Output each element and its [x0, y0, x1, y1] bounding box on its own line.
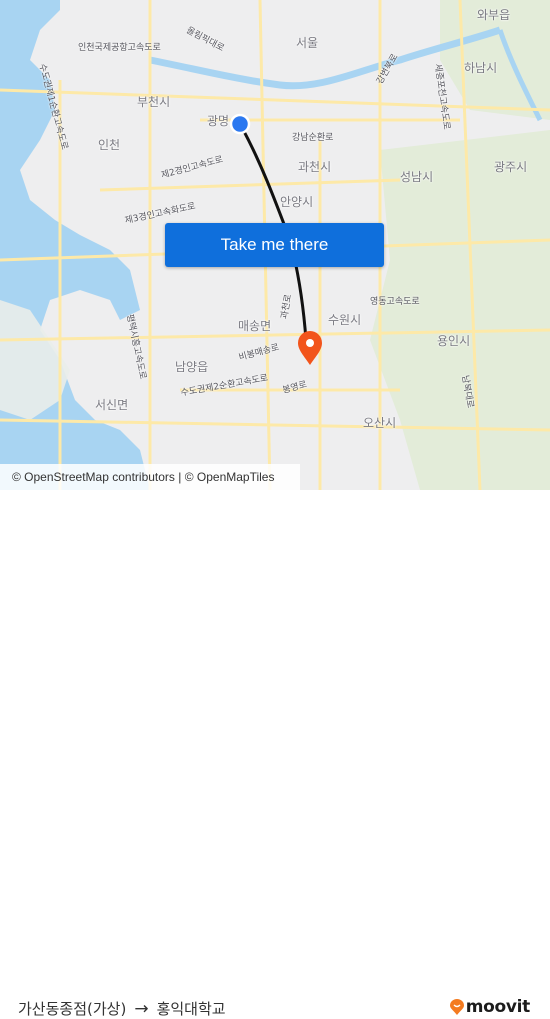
- origin-marker[interactable]: [229, 113, 251, 135]
- map-label-seoul: 서울: [296, 36, 319, 50]
- destination-marker[interactable]: [298, 331, 322, 365]
- map[interactable]: 서울 와부읍 하남시 부천시 광명 인천 과천시 성남시 광주시 안양시 수원시…: [0, 0, 550, 490]
- moovit-pin-icon: [449, 999, 464, 1015]
- map-label-hanam: 하남시: [464, 61, 498, 75]
- map-label-bucheon: 부천시: [137, 95, 171, 109]
- map-label-osan: 오산시: [363, 416, 397, 430]
- map-label-suwon: 수원시: [328, 313, 362, 327]
- map-label-seosin: 서신면: [95, 398, 129, 412]
- map-label-waebu: 와부읍: [477, 8, 511, 22]
- map-label-seongnam: 성남시: [400, 170, 434, 184]
- footer: 가산동종점(가상) → 홍익대학교 moovit: [0, 490, 550, 1019]
- map-label-gwacheon: 과천시: [298, 160, 332, 174]
- map-label-road-airport: 인천국제공항고속도로: [78, 43, 161, 53]
- map-label-road-yeongdong: 영동고속도로: [370, 297, 420, 307]
- map-label-incheon: 인천: [98, 138, 121, 152]
- arrow-right-icon: →: [134, 998, 149, 1019]
- map-label-maesong: 매송면: [238, 319, 272, 333]
- route-summary: 가산동종점(가상) → 홍익대학교: [18, 998, 226, 1019]
- map-label-gwangju: 광주시: [494, 160, 528, 174]
- map-attribution[interactable]: © OpenStreetMap contributors | © OpenMap…: [0, 464, 300, 490]
- moovit-wordmark: moovit: [465, 997, 531, 1017]
- take-me-there-button[interactable]: Take me there: [165, 223, 384, 267]
- map-label-anyang: 안양시: [280, 195, 314, 209]
- map-label-namyang: 남양읍: [175, 360, 209, 374]
- destination-name: 홍익대학교: [156, 1000, 226, 1018]
- map-label-yongin: 용인시: [437, 334, 471, 348]
- origin-name: 가산동종점(가상): [18, 1000, 127, 1018]
- map-label-road-southring: 강남순환로: [292, 133, 334, 143]
- map-label-gwangmyeong: 광명: [207, 114, 230, 128]
- moovit-logo[interactable]: moovit: [449, 997, 531, 1017]
